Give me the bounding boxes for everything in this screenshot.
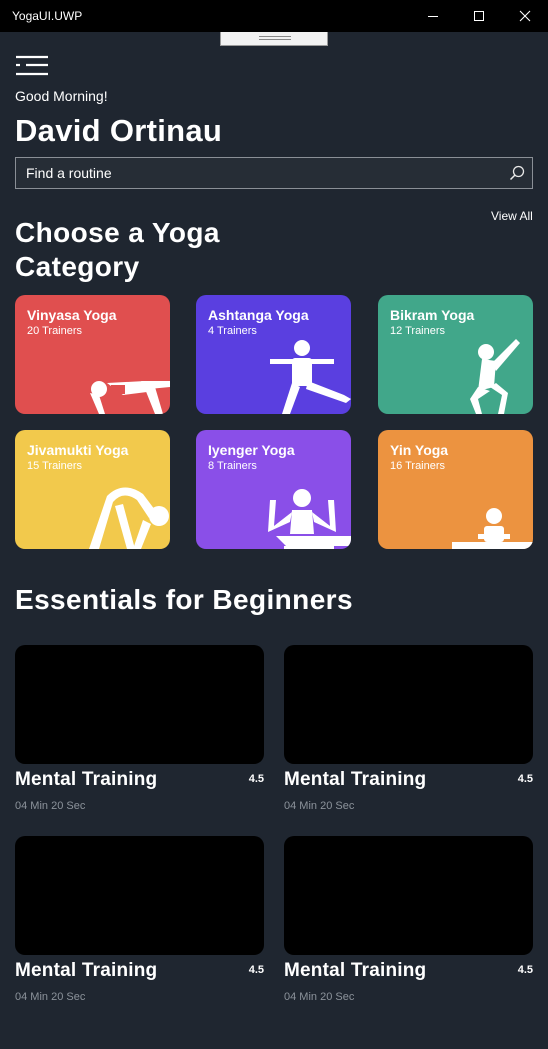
category-name: Jivamukti Yoga	[27, 442, 129, 458]
category-trainers: 15 Trainers	[27, 460, 83, 472]
video-card[interactable]: Mental Training 4.5 04 Min 20 Sec	[15, 645, 264, 812]
category-card-ashtanga[interactable]: Ashtanga Yoga 4 Trainers	[196, 295, 351, 414]
essentials-title: Essentials for Beginners	[15, 584, 353, 615]
category-trainers: 12 Trainers	[390, 325, 446, 337]
category-card-iyenger[interactable]: Iyenger Yoga 8 Trainers	[196, 430, 351, 549]
video-card[interactable]: Mental Training 4.5 04 Min 20 Sec	[284, 645, 533, 812]
category-trainers: 20 Trainers	[27, 325, 83, 337]
view-all-link[interactable]: View All	[491, 209, 533, 223]
category-name: Iyenger Yoga	[208, 442, 295, 458]
category-name: Bikram Yoga	[390, 307, 475, 323]
close-button[interactable]	[502, 0, 548, 32]
video-card[interactable]: Mental Training 4.5 04 Min 20 Sec	[284, 836, 533, 1003]
video-title: Mental Training	[15, 769, 158, 790]
category-card-yin[interactable]: Yin Yoga 16 Trainers	[378, 430, 533, 549]
video-thumbnail[interactable]	[15, 836, 264, 955]
hamburger-icon	[16, 55, 48, 76]
video-title: Mental Training	[15, 960, 158, 981]
video-rating: 4.5	[248, 964, 264, 976]
category-card-bikram[interactable]: Bikram Yoga 12 Trainers	[378, 295, 533, 414]
category-name: Yin Yoga	[390, 442, 449, 458]
menu-button[interactable]	[15, 55, 49, 77]
video-title: Mental Training	[284, 769, 427, 790]
maximize-icon	[474, 11, 484, 21]
video-rating: 4.5	[517, 773, 533, 785]
video-duration: 04 Min 20 Sec	[15, 800, 86, 812]
category-trainers: 16 Trainers	[390, 460, 446, 472]
category-name: Vinyasa Yoga	[27, 307, 117, 323]
video-duration: 04 Min 20 Sec	[284, 800, 355, 812]
window-title: YogaUI.UWP	[12, 9, 83, 23]
search-icon	[509, 165, 525, 181]
greeting-text: Good Morning!	[15, 88, 108, 104]
categories-title-line2: Category	[15, 251, 140, 282]
video-thumbnail[interactable]	[284, 836, 533, 955]
search-input[interactable]	[16, 158, 502, 188]
video-rating: 4.5	[248, 773, 264, 785]
minimize-icon	[428, 16, 438, 17]
window-titlebar: YogaUI.UWP	[0, 0, 548, 32]
category-card-jivamukti[interactable]: Jivamukti Yoga 15 Trainers	[15, 430, 170, 549]
search-button[interactable]	[502, 158, 532, 188]
category-card-vinyasa[interactable]: Vinyasa Yoga 20 Trainers	[15, 295, 170, 414]
grip-icon	[259, 36, 291, 40]
search-box[interactable]	[15, 157, 533, 189]
maximize-button[interactable]	[456, 0, 502, 32]
video-title: Mental Training	[284, 960, 427, 981]
category-name: Ashtanga Yoga	[208, 307, 309, 323]
categories-title-line1: Choose a Yoga	[15, 217, 220, 248]
video-card[interactable]: Mental Training 4.5 04 Min 20 Sec	[15, 836, 264, 1003]
drag-handle[interactable]	[220, 32, 328, 46]
video-thumbnail[interactable]	[15, 645, 264, 764]
category-trainers: 8 Trainers	[208, 460, 257, 472]
user-name: David Ortinau	[15, 113, 223, 148]
video-duration: 04 Min 20 Sec	[15, 991, 86, 1003]
close-icon	[519, 10, 531, 22]
categories-title: Choose a Yoga Category	[15, 216, 220, 284]
category-trainers: 4 Trainers	[208, 325, 257, 337]
video-thumbnail[interactable]	[284, 645, 533, 764]
minimize-button[interactable]	[410, 0, 456, 32]
video-rating: 4.5	[517, 964, 533, 976]
video-duration: 04 Min 20 Sec	[284, 991, 355, 1003]
